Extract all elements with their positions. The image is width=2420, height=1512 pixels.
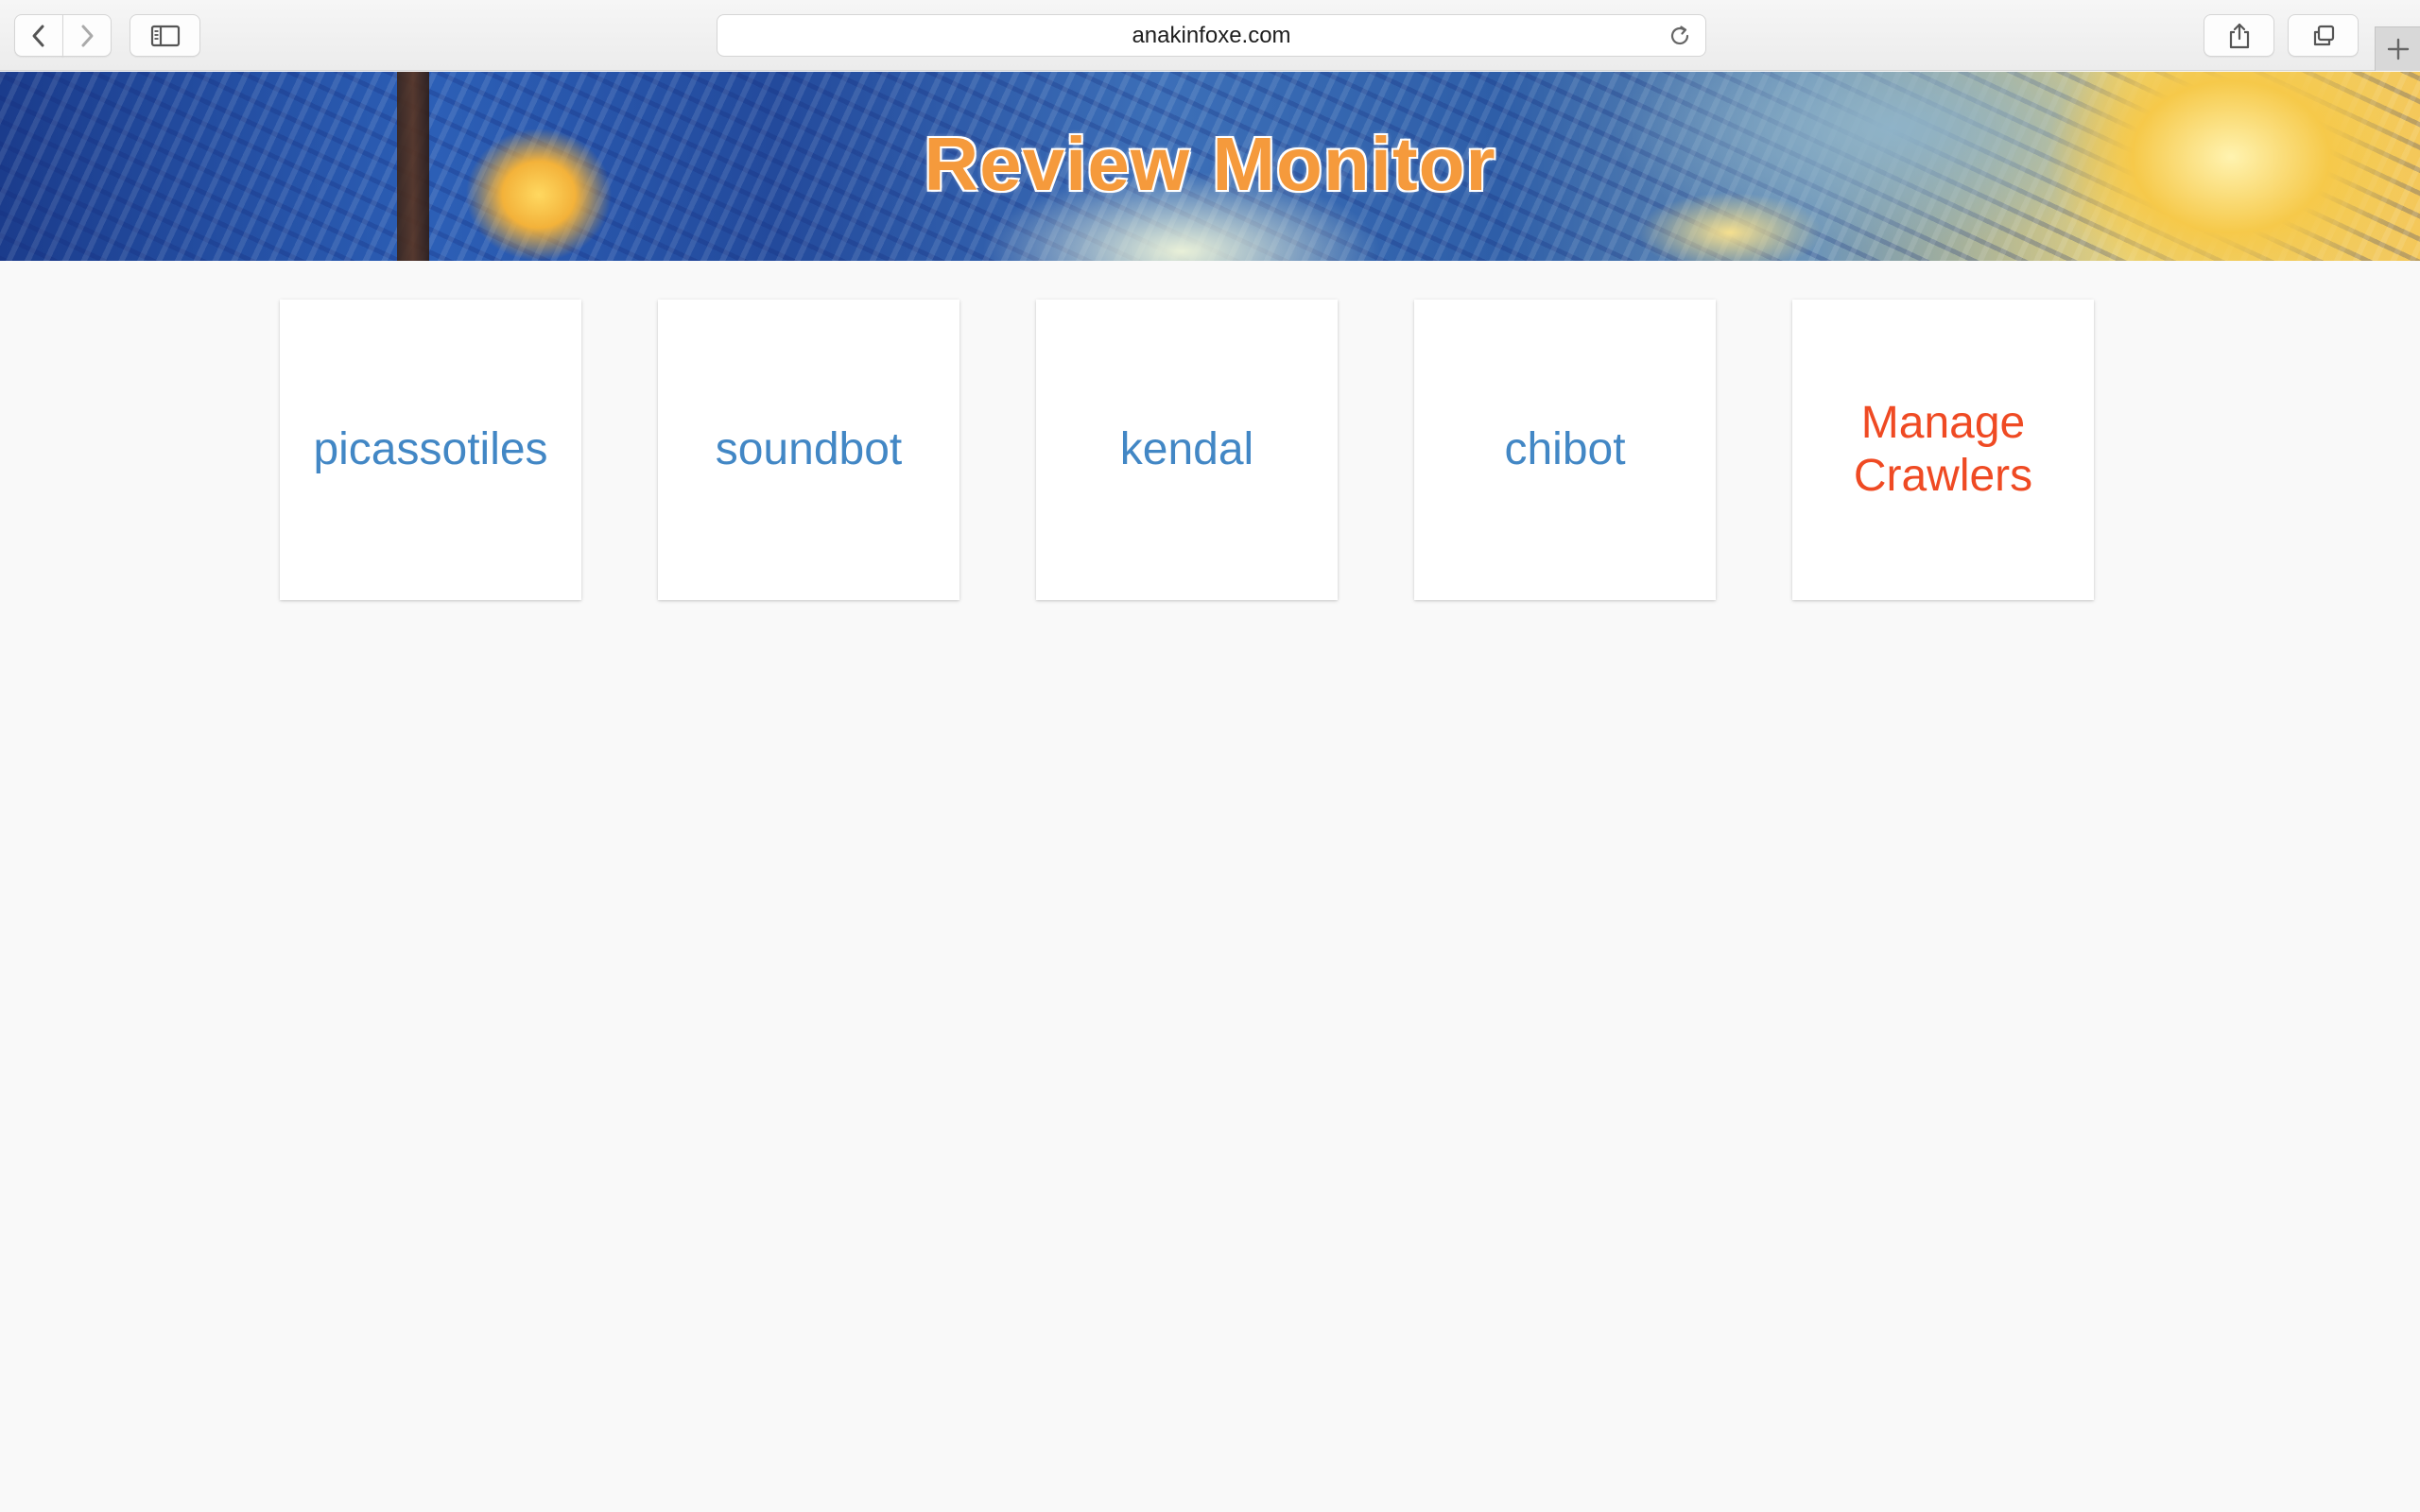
project-card-picassotiles[interactable]: picassotiles [280,300,581,600]
tabs-overview-button[interactable] [2288,14,2359,57]
forward-button[interactable] [62,14,112,57]
chevron-left-icon [32,25,44,46]
sidebar-icon [150,25,180,46]
chevron-right-icon [81,25,94,46]
manage-crawlers-label: Manage Crawlers [1853,398,2033,501]
reload-icon[interactable] [1668,24,1692,48]
project-card-label: chibot [1504,424,1626,474]
share-button[interactable] [2204,14,2274,57]
page-title: Review Monitor [924,122,1496,206]
address-bar[interactable]: anakinfoxe.com [717,14,1706,57]
project-card-soundbot[interactable]: soundbot [658,300,959,600]
sidebar-toggle-button[interactable] [130,14,200,57]
plus-icon [2387,38,2409,60]
manage-crawlers-card[interactable]: Manage Crawlers [1792,300,2094,600]
share-icon [2229,23,2249,48]
project-card-label: picassotiles [313,424,548,474]
address-url: anakinfoxe.com [1132,22,1291,48]
project-card-label: kendal [1119,424,1254,474]
project-card-kendal[interactable]: kendal [1036,300,1338,600]
project-card-chibot[interactable]: chibot [1414,300,1716,600]
tabs-overview-icon [2313,25,2334,45]
back-button[interactable] [14,14,63,57]
browser-toolbar: anakinfoxe.com [0,0,2420,71]
new-tab-button[interactable] [2375,26,2420,71]
project-card-label: soundbot [715,424,903,474]
